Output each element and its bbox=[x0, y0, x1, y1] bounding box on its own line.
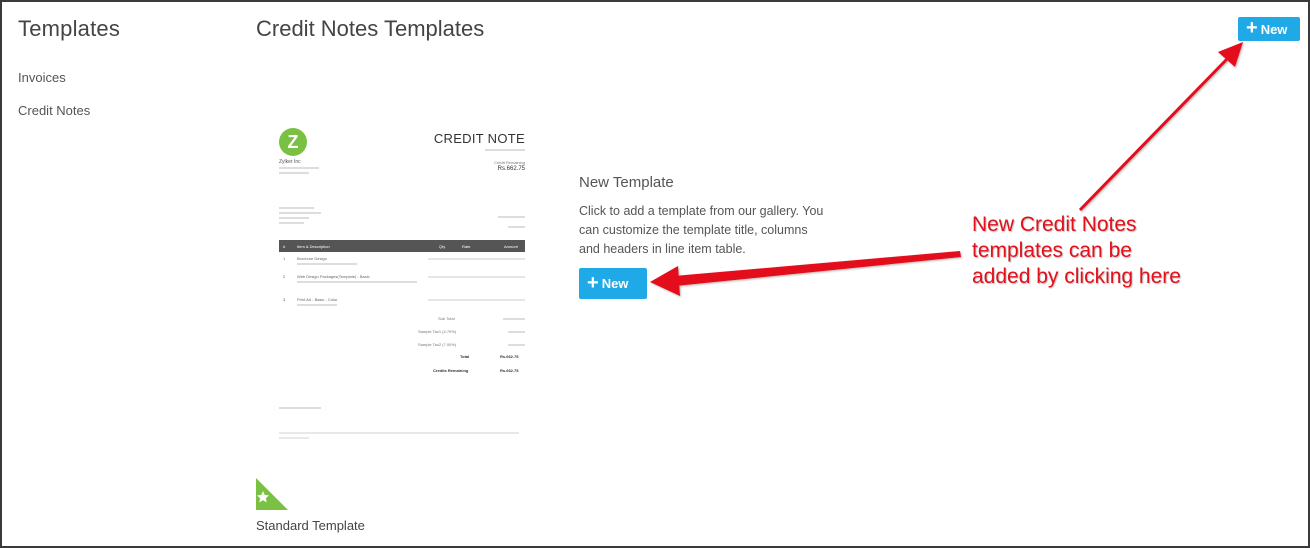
total-value bbox=[503, 318, 525, 320]
new-button-label: New bbox=[1260, 21, 1288, 37]
new-template-title: New Template bbox=[579, 174, 674, 191]
col-amount: Amount bbox=[504, 243, 518, 249]
row-values bbox=[428, 276, 525, 278]
bill-to-line bbox=[279, 217, 309, 219]
bill-to-line bbox=[279, 207, 314, 209]
total-label: Sub Total bbox=[438, 316, 455, 321]
sidebar-item-credit-notes[interactable]: Credit Notes bbox=[18, 103, 218, 118]
annotation-line: New Credit Notes bbox=[972, 213, 1137, 236]
row-desc bbox=[297, 281, 417, 283]
bill-to-line bbox=[279, 212, 321, 214]
col-rate: Rate bbox=[462, 243, 471, 249]
col-num: # bbox=[283, 243, 286, 249]
total-label: Sample Tax1 (4.70%) bbox=[418, 329, 457, 334]
total-value bbox=[508, 331, 525, 333]
company-logo: Z bbox=[279, 128, 307, 156]
credit-remaining-label: Credit Remaining bbox=[494, 160, 525, 165]
date-line bbox=[508, 226, 525, 228]
annotation-line: templates can be bbox=[972, 239, 1132, 262]
terms-line bbox=[279, 432, 519, 434]
row-item-name: Brochure Design bbox=[297, 256, 327, 261]
date-line bbox=[498, 216, 525, 218]
new-template-button[interactable]: + New bbox=[579, 268, 647, 299]
annotation-text: New Credit Notes templates can be added … bbox=[972, 212, 1272, 290]
line-item-table-header: # Item & Description Qty Rate Amount bbox=[279, 240, 525, 252]
total-value bbox=[508, 344, 525, 346]
org-name: Zylker Inc bbox=[279, 159, 301, 165]
row-desc bbox=[297, 304, 337, 306]
bill-to-line bbox=[279, 222, 304, 224]
standard-template-label: Standard Template bbox=[256, 518, 365, 533]
row-values bbox=[428, 299, 525, 301]
total-label: Credits Remaining bbox=[433, 368, 469, 373]
col-item: Item & Description bbox=[297, 243, 330, 249]
row-item-name: Web Design Packages(Template) - Basic bbox=[297, 274, 370, 279]
new-button-label: New bbox=[601, 276, 629, 291]
col-qty: Qty bbox=[439, 243, 446, 249]
credit-remaining-value: Rs.662.75 bbox=[497, 166, 525, 172]
plus-icon: + bbox=[1246, 17, 1258, 39]
sidebar-item-invoices[interactable]: Invoices bbox=[18, 70, 218, 85]
row-desc bbox=[297, 263, 357, 265]
standard-template-preview[interactable]: Z Zylker Inc CREDIT NOTE Credit Remainin… bbox=[268, 118, 536, 448]
terms-line bbox=[279, 437, 309, 439]
notes-line bbox=[279, 407, 321, 409]
doc-title: CREDIT NOTE bbox=[433, 131, 525, 146]
sidebar: Templates Invoices Credit Notes bbox=[18, 16, 218, 118]
doc-number bbox=[485, 149, 525, 151]
new-template-description: Click to add a template from our gallery… bbox=[579, 204, 824, 256]
address-line bbox=[279, 167, 319, 169]
row-number: 1 bbox=[283, 256, 286, 261]
row-values bbox=[428, 258, 525, 260]
plus-icon: + bbox=[587, 271, 599, 294]
row-number: 2 bbox=[283, 274, 286, 279]
row-number: 3 bbox=[283, 297, 286, 302]
address-line bbox=[279, 172, 309, 174]
total-label: Sample Tax2 (7.00%) bbox=[418, 342, 457, 347]
row-item-name: Print Ad - Basic - Color bbox=[297, 297, 338, 302]
total-value: Rs.662.75 bbox=[500, 368, 519, 373]
total-label: Total bbox=[460, 354, 470, 359]
sidebar-title: Templates bbox=[18, 16, 121, 41]
annotation-line: added by clicking here bbox=[972, 265, 1181, 288]
new-template-button-top[interactable]: + New bbox=[1238, 17, 1300, 41]
page-title: Credit Notes Templates bbox=[256, 16, 485, 41]
total-value: Rs.662.75 bbox=[500, 354, 519, 359]
standard-star-badge-icon bbox=[256, 478, 288, 510]
